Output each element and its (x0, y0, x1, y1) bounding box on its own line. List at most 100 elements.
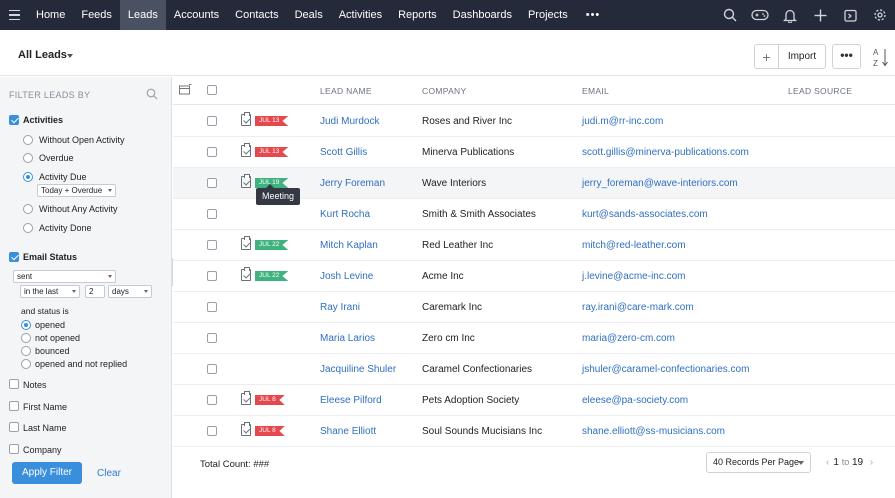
first-name-checkbox[interactable] (9, 401, 19, 411)
search-icon[interactable] (715, 0, 745, 30)
radio-without-open-activity[interactable] (23, 135, 33, 145)
radio-activity-due[interactable] (23, 172, 33, 182)
row-checkbox[interactable] (207, 147, 217, 157)
lead-name-link[interactable]: Jerry Foreman (320, 178, 385, 189)
email-link[interactable]: scott.gillis@minerva-publications.com (582, 147, 749, 158)
table-row[interactable]: JUL 8 Shane Elliott Soul Sounds Mucisians … (173, 416, 895, 447)
lead-name-link[interactable]: Eleese Pilford (320, 395, 382, 406)
row-checkbox[interactable] (207, 271, 217, 281)
task-clipboard-icon[interactable] (241, 143, 251, 157)
email-link[interactable]: shane.elliott@ss-musicians.com (582, 426, 725, 437)
column-header-lead-name[interactable]: LEAD NAME (320, 86, 372, 96)
nav-tab-dashboards[interactable]: Dashboards (445, 0, 520, 30)
more-tabs-button[interactable]: ••• (576, 9, 611, 21)
radio-without-any-activity[interactable] (23, 204, 33, 214)
due-date-tag[interactable]: JUL 13 (255, 147, 289, 157)
row-checkbox[interactable] (207, 209, 217, 219)
row-checkbox[interactable] (207, 333, 217, 343)
gamepad-icon[interactable] (745, 0, 775, 30)
sort-az-icon[interactable]: A Z (872, 46, 892, 68)
row-checkbox[interactable] (207, 364, 217, 374)
email-link[interactable]: kurt@sands-associates.com (582, 209, 708, 220)
nav-tab-contacts[interactable]: Contacts (227, 0, 286, 30)
email-status-checkbox[interactable] (9, 252, 19, 262)
nav-tab-feeds[interactable]: Feeds (73, 0, 120, 30)
table-row[interactable]: Jacquiline Shuler Caramel Confectionaries… (173, 354, 895, 385)
nav-tab-accounts[interactable]: Accounts (166, 0, 227, 30)
lead-name-link[interactable]: Kurt Rocha (320, 209, 370, 220)
chevron-down-icon[interactable] (67, 54, 73, 58)
search-icon[interactable] (146, 88, 158, 103)
notes-checkbox[interactable] (9, 379, 19, 389)
nav-tab-reports[interactable]: Reports (390, 0, 445, 30)
row-checkbox[interactable] (207, 240, 217, 250)
nav-tab-activities[interactable]: Activities (331, 0, 390, 30)
select-all-checkbox[interactable] (207, 85, 217, 95)
bell-icon[interactable] (775, 0, 805, 30)
task-clipboard-icon[interactable] (241, 422, 251, 436)
last-name-checkbox[interactable] (9, 422, 19, 432)
apply-filter-button[interactable]: Apply Filter (12, 462, 82, 484)
lead-name-link[interactable]: Judi Murdock (320, 116, 379, 127)
settings-icon[interactable] (865, 0, 895, 30)
plus-icon[interactable] (805, 0, 835, 30)
email-link[interactable]: ray.irani@care-mark.com (582, 302, 694, 313)
email-link[interactable]: mitch@red-leather.com (582, 240, 686, 251)
due-date-tag[interactable]: JUL 8 (255, 426, 285, 436)
create-lead-button[interactable]: + (754, 44, 778, 69)
row-checkbox[interactable] (207, 178, 217, 188)
due-date-tag[interactable]: JUL 13 (255, 116, 289, 126)
email-link[interactable]: j.levine@acme-inc.com (582, 271, 686, 282)
lead-name-link[interactable]: Jacquiline Shuler (320, 364, 396, 375)
lead-name-link[interactable]: Maria Larios (320, 333, 375, 344)
radio-opened[interactable] (21, 320, 31, 330)
nav-tab-deals[interactable]: Deals (287, 0, 331, 30)
table-row[interactable]: Ray Irani Caremark Inc ray.irani@care-mark… (173, 292, 895, 323)
task-clipboard-icon[interactable] (241, 112, 251, 126)
import-button[interactable]: Import (778, 44, 826, 69)
table-row[interactable]: Maria Larios Zero cm Inc maria@zero-cm.com (173, 323, 895, 354)
row-checkbox[interactable] (207, 116, 217, 126)
range-number-input[interactable]: 2 (85, 285, 105, 298)
task-clipboard-icon[interactable] (241, 174, 251, 188)
radio-opened-not-replied[interactable] (21, 359, 31, 369)
lead-name-link[interactable]: Shane Elliott (320, 426, 376, 437)
task-clipboard-icon[interactable] (241, 236, 251, 250)
nav-tab-home[interactable]: Home (28, 0, 73, 30)
table-row[interactable]: JUL 22 Josh Levine Acme Inc j.levine@acme-i… (173, 261, 895, 292)
table-row[interactable]: JUL 13 Scott Gillis Minerva Publications sc… (173, 137, 895, 168)
email-status-select[interactable]: sent (13, 270, 116, 283)
column-header-email[interactable]: EMAIL (582, 86, 609, 96)
lead-name-link[interactable]: Josh Levine (320, 271, 373, 282)
radio-not-opened[interactable] (21, 333, 31, 343)
activity-due-select[interactable]: Today + Overdue (37, 184, 116, 197)
company-checkbox[interactable] (9, 444, 19, 454)
radio-bounced[interactable] (21, 346, 31, 356)
lead-name-link[interactable]: Ray Irani (320, 302, 360, 313)
row-checkbox[interactable] (207, 302, 217, 312)
email-link[interactable]: maria@zero-cm.com (582, 333, 675, 344)
lead-name-link[interactable]: Mitch Kaplan (320, 240, 378, 251)
previous-page-icon[interactable]: ‹ (826, 457, 829, 468)
task-clipboard-icon[interactable] (241, 267, 251, 281)
email-link[interactable]: judi.m@rr-inc.com (582, 116, 663, 127)
due-date-tag[interactable]: JUL 22 (255, 271, 289, 281)
radio-overdue[interactable] (23, 153, 33, 163)
column-chooser-icon[interactable] (179, 84, 192, 99)
table-row[interactable]: JUL 8 Eleese Pilford Pets Adoption Society… (173, 385, 895, 416)
column-header-lead-source[interactable]: LEAD SOURCE (788, 86, 852, 96)
activities-checkbox[interactable] (9, 115, 19, 125)
email-link[interactable]: jshuler@caramel-confectionaries.com (582, 364, 749, 375)
calendar-icon[interactable] (835, 0, 865, 30)
lead-name-link[interactable]: Scott Gillis (320, 147, 367, 158)
unit-select[interactable]: days (108, 285, 152, 298)
menu-icon[interactable] (0, 0, 28, 30)
email-link[interactable]: jerry_foreman@wave-interiors.com (582, 178, 738, 189)
records-per-page-select[interactable]: 40 Records Per Page (706, 452, 811, 473)
table-row[interactable]: JUL 13 Judi Murdock Roses and River Inc jud… (173, 106, 895, 137)
task-clipboard-icon[interactable] (241, 391, 251, 405)
radio-activity-done[interactable] (23, 223, 33, 233)
more-actions-button[interactable]: ••• (832, 44, 861, 69)
range-select[interactable]: in the last (20, 285, 80, 298)
row-checkbox[interactable] (207, 426, 217, 436)
